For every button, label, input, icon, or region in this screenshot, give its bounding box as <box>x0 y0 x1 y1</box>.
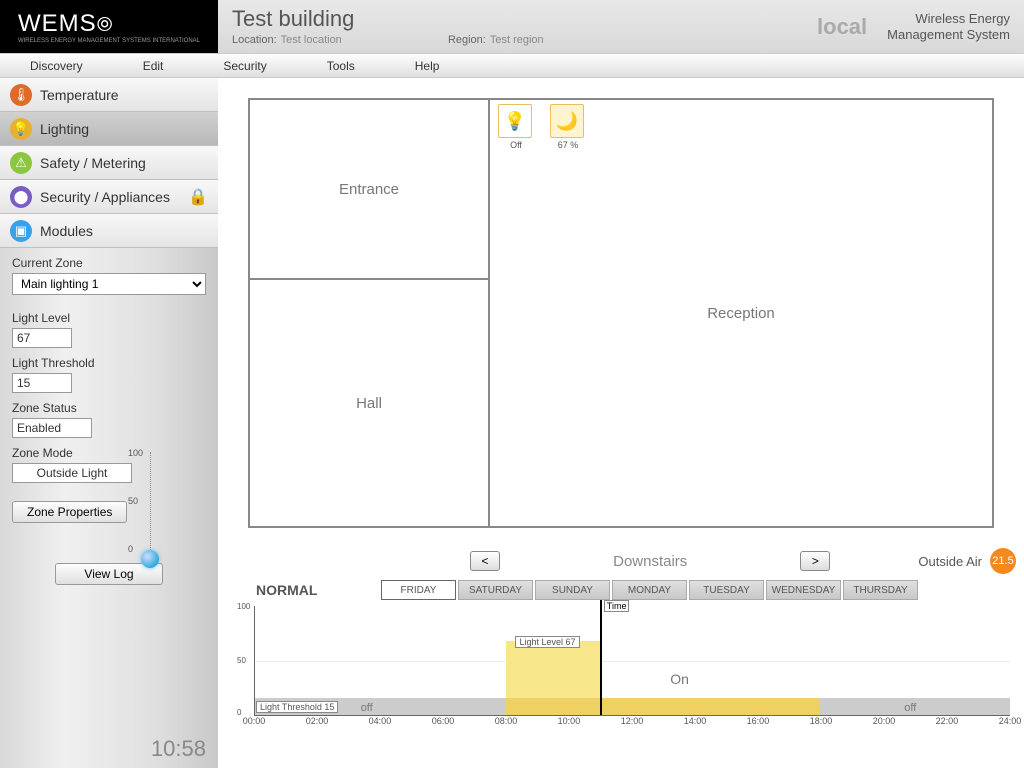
schedule-panel: < Downstairs > Outside Air 21.5 NORMAL F… <box>236 548 1016 738</box>
zone-properties-button[interactable]: Zone Properties <box>12 501 127 523</box>
time-cursor-label: Time <box>604 600 630 612</box>
sidebar-item-modules[interactable]: ▣Modules <box>0 214 218 248</box>
light-threshold-value[interactable]: 15 <box>12 373 72 393</box>
menubar: Discovery Edit Security Tools Help <box>0 54 1024 78</box>
sidebar-item-lighting[interactable]: 💡Lighting <box>0 112 218 146</box>
zone-status-label: Zone Status <box>12 401 206 415</box>
sidebar-item-security[interactable]: ⬤Security / Appliances🔒 <box>0 180 218 214</box>
light-level-label: Light Level <box>12 311 206 325</box>
sidebar-item-temperature[interactable]: 🌡Temperature <box>0 78 218 112</box>
menu-discovery[interactable]: Discovery <box>30 59 83 73</box>
lock-icon: 🔒 <box>188 187 208 207</box>
light-threshold-label: Light Threshold <box>12 356 206 370</box>
gauge-handle[interactable] <box>141 550 159 568</box>
off-label-1: off <box>361 702 373 714</box>
day-tab-monday[interactable]: MONDAY <box>612 580 687 600</box>
light-level-box: Light Level 67 <box>515 636 579 648</box>
menu-security[interactable]: Security <box>223 59 266 73</box>
zone-select[interactable]: Main lighting 1 <box>12 273 206 295</box>
time-cursor[interactable] <box>600 600 602 715</box>
day-tab-friday[interactable]: FRIDAY <box>381 580 456 600</box>
menu-tools[interactable]: Tools <box>327 59 355 73</box>
light-gauge[interactable]: 100 50 0 <box>128 448 168 568</box>
sidebar-item-safety[interactable]: ⚠Safety / Metering <box>0 146 218 180</box>
app-header: WEMS⦾ WIRELESS ENERGY MANAGEMENT SYSTEMS… <box>0 0 1024 54</box>
brand-label: Wireless EnergyManagement System <box>887 11 1010 42</box>
main-area: Entrance Hall Reception 💡 Off 🌙 67 % < D… <box>218 78 1024 768</box>
off-label-2: off <box>904 702 916 714</box>
menu-edit[interactable]: Edit <box>143 59 164 73</box>
logo: WEMS⦾ WIRELESS ENERGY MANAGEMENT SYSTEMS… <box>0 0 218 53</box>
building-title: Test building <box>232 6 670 32</box>
outside-air-label: Outside Air <box>918 554 982 569</box>
day-tab-thursday[interactable]: THURSDAY <box>843 580 918 600</box>
dimmer-widget[interactable]: 🌙 67 % <box>550 104 586 150</box>
light-threshold-box: Light Threshold 15 <box>256 701 338 713</box>
light-level-value[interactable]: 67 <box>12 328 72 348</box>
on-label: On <box>670 671 689 687</box>
bulb-icon: 💡 <box>498 104 532 138</box>
zone-mode-value[interactable]: Outside Light <box>12 463 132 483</box>
day-tab-sunday[interactable]: SUNDAY <box>535 580 610 600</box>
day-tab-tuesday[interactable]: TUESDAY <box>689 580 764 600</box>
prev-floor-button[interactable]: < <box>470 551 500 571</box>
next-floor-button[interactable]: > <box>800 551 830 571</box>
zone-mode-label: Zone Mode <box>12 446 206 460</box>
floor-name: Downstairs <box>504 553 796 570</box>
sidebar: 🌡Temperature 💡Lighting ⚠Safety / Meterin… <box>0 78 218 768</box>
schedule-chart[interactable]: 100 50 0 off On off Light Level 67 Light… <box>254 606 1010 716</box>
light-status-widget[interactable]: 💡 Off <box>498 104 534 150</box>
zone-status-value[interactable]: Enabled <box>12 418 92 438</box>
day-tab-wednesday[interactable]: WEDNESDAY <box>766 580 841 600</box>
clock: 10:58 <box>6 736 206 762</box>
local-indicator: local <box>817 14 867 40</box>
schedule-mode: NORMAL <box>236 582 381 598</box>
menu-help[interactable]: Help <box>415 59 440 73</box>
x-axis: 00:0002:0004:00 06:0008:0010:00 12:0014:… <box>254 716 1010 730</box>
day-tabs: NORMAL FRIDAY SATURDAY SUNDAY MONDAY TUE… <box>236 580 1016 600</box>
day-tab-saturday[interactable]: SATURDAY <box>458 580 533 600</box>
floorplan[interactable]: Entrance Hall Reception 💡 Off 🌙 67 % <box>248 98 994 528</box>
room-reception[interactable]: Reception 💡 Off 🌙 67 % <box>489 99 993 527</box>
outside-air-value: 21.5 <box>990 548 1016 574</box>
current-zone-label: Current Zone <box>12 256 206 270</box>
header-info: Test building Location:Test location Reg… <box>218 0 684 53</box>
room-hall[interactable]: Hall <box>249 279 489 527</box>
room-entrance[interactable]: Entrance <box>249 99 489 279</box>
moon-icon: 🌙 <box>550 104 584 138</box>
